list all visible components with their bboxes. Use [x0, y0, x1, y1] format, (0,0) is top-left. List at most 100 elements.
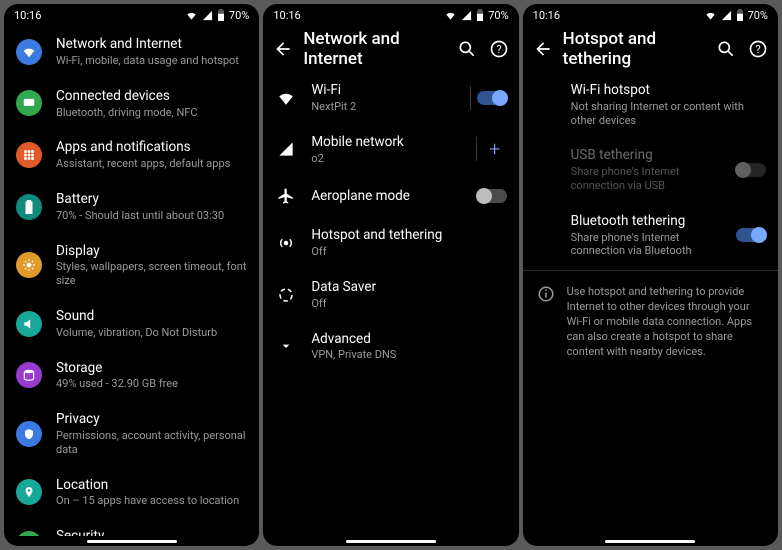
settings-item-privacy[interactable]: PrivacyPermissions, account activity, pe… [4, 401, 259, 466]
item-title: Privacy [56, 411, 247, 428]
svg-text:?: ? [755, 43, 760, 56]
app-bar: Network and Internet ? [263, 26, 518, 72]
row-bluetooth-tethering[interactable]: Bluetooth tetheringShare phone's Interne… [523, 203, 778, 268]
item-subtitle: Styles, wallpapers, screen timeout, font… [56, 260, 247, 288]
hotspot-list[interactable]: Wi-Fi hotspotNot sharing Internet or con… [523, 72, 778, 536]
wifi-icon [704, 10, 717, 21]
airplane-icon [275, 185, 297, 207]
nav-handle[interactable] [346, 540, 436, 543]
status-bar: 10:16 70% [263, 4, 518, 26]
phone-screen-network: 10:16 70% Network and Internet ? Wi-FiNe… [263, 4, 518, 546]
privacy-icon [16, 421, 42, 447]
divider [523, 270, 778, 271]
row-advanced[interactable]: AdvancedVPN, Private DNS [263, 321, 518, 373]
help-button[interactable]: ? [746, 37, 770, 61]
row-wifi-hotspot[interactable]: Wi-Fi hotspotNot sharing Internet or con… [523, 72, 778, 137]
settings-item-display[interactable]: DisplayStyles, wallpapers, screen timeou… [4, 233, 259, 298]
item-title: USB tethering [571, 147, 722, 164]
nav-bar[interactable] [523, 536, 778, 546]
settings-item-location[interactable]: LocationOn – 15 apps have access to loca… [4, 467, 259, 519]
wifi-icon [275, 87, 297, 109]
item-title: Data Saver [311, 279, 506, 296]
aeroplane-toggle[interactable] [477, 189, 507, 203]
item-subtitle: o2 [311, 152, 461, 166]
item-title: Battery [56, 191, 247, 208]
row-aeroplane-mode[interactable]: Aeroplane mode [263, 175, 518, 217]
help-button[interactable]: ? [487, 37, 511, 61]
info-panel: Use hotspot and tethering to provide Int… [523, 273, 778, 371]
battery-percent: 70% [748, 9, 768, 22]
item-subtitle: Share phone's Internet connection via US… [571, 165, 722, 193]
hotspot-icon [275, 232, 297, 254]
settings-item-apps[interactable]: Apps and notificationsAssistant, recent … [4, 129, 259, 181]
battery-icon [16, 194, 42, 220]
settings-item-security[interactable]: SecurityPlay Protect, screen lock, face … [4, 518, 259, 536]
app-bar: Hotspot and tethering ? [523, 26, 778, 72]
settings-item-network[interactable]: Network and InternetWi-Fi, mobile, data … [4, 26, 259, 78]
svg-text:?: ? [496, 43, 501, 56]
item-subtitle: Off [311, 245, 506, 259]
info-icon [537, 285, 555, 305]
item-title: Location [56, 477, 247, 494]
item-title: Storage [56, 360, 247, 377]
item-subtitle: NextPit 2 [311, 100, 455, 114]
item-subtitle: VPN, Private DNS [311, 348, 506, 362]
item-subtitle: Not sharing Internet or content with oth… [571, 100, 766, 128]
item-title: Aeroplane mode [311, 188, 462, 205]
item-title: Network and Internet [56, 36, 247, 53]
display-icon [16, 252, 42, 278]
network-list[interactable]: Wi-FiNextPit 2 Mobile networko2 + Aeropl… [263, 72, 518, 536]
settings-item-battery[interactable]: Battery70% - Should last until about 03:… [4, 181, 259, 233]
bluetooth-tethering-toggle[interactable] [736, 228, 766, 242]
info-text: Use hotspot and tethering to provide Int… [567, 285, 764, 359]
divider [470, 86, 471, 110]
apps-icon [16, 142, 42, 168]
phone-screen-hotspot: 10:16 70% Hotspot and tethering ? Wi-Fi … [523, 4, 778, 546]
back-button[interactable] [271, 37, 295, 61]
wifi-icon [16, 39, 42, 65]
wifi-icon [444, 10, 457, 21]
item-title: Sound [56, 308, 247, 325]
battery-icon [736, 9, 744, 21]
status-icons: 70% [444, 9, 508, 22]
item-title: Display [56, 243, 247, 260]
status-bar: 10:16 70% [523, 4, 778, 26]
settings-item-connected[interactable]: Connected devicesBluetooth, driving mode… [4, 78, 259, 130]
item-title: Security [56, 528, 247, 536]
wifi-toggle[interactable] [477, 91, 507, 105]
settings-list[interactable]: Network and InternetWi-Fi, mobile, data … [4, 26, 259, 536]
row-mobile-network[interactable]: Mobile networko2 + [263, 124, 518, 176]
nav-bar[interactable] [4, 536, 259, 546]
page-title: Network and Internet [303, 29, 446, 69]
data-saver-icon [275, 284, 297, 306]
back-button[interactable] [531, 37, 555, 61]
chevron-down-icon [275, 335, 297, 357]
row-data-saver[interactable]: Data SaverOff [263, 269, 518, 321]
row-hotspot[interactable]: Hotspot and tetheringOff [263, 217, 518, 269]
devices-icon [16, 90, 42, 116]
settings-item-storage[interactable]: Storage49% used - 32.90 GB free [4, 350, 259, 402]
row-wifi[interactable]: Wi-FiNextPit 2 [263, 72, 518, 124]
sound-icon [16, 311, 42, 337]
nav-handle[interactable] [87, 540, 177, 543]
item-subtitle: Wi-Fi, mobile, data usage and hotspot [56, 54, 247, 68]
item-subtitle: 49% used - 32.90 GB free [56, 377, 247, 391]
search-button[interactable] [455, 37, 479, 61]
item-subtitle: On – 15 apps have access to location [56, 494, 247, 508]
item-title: Mobile network [311, 134, 461, 151]
item-subtitle: Volume, vibration, Do Not Disturb [56, 326, 247, 340]
row-usb-tethering: USB tetheringShare phone's Internet conn… [523, 137, 778, 202]
item-subtitle: Off [311, 297, 506, 311]
wifi-icon [185, 10, 198, 21]
status-bar: 10:16 70% [4, 4, 259, 26]
item-subtitle: 70% - Should last until about 03:30 [56, 209, 247, 223]
search-button[interactable] [714, 37, 738, 61]
add-network-button[interactable]: + [483, 137, 507, 161]
signal-icon [202, 10, 213, 21]
item-title: Wi-Fi hotspot [571, 82, 766, 99]
usb-tethering-toggle [736, 163, 766, 177]
nav-handle[interactable] [605, 540, 695, 543]
settings-item-sound[interactable]: SoundVolume, vibration, Do Not Disturb [4, 298, 259, 350]
nav-bar[interactable] [263, 536, 518, 546]
status-icons: 70% [704, 9, 768, 22]
